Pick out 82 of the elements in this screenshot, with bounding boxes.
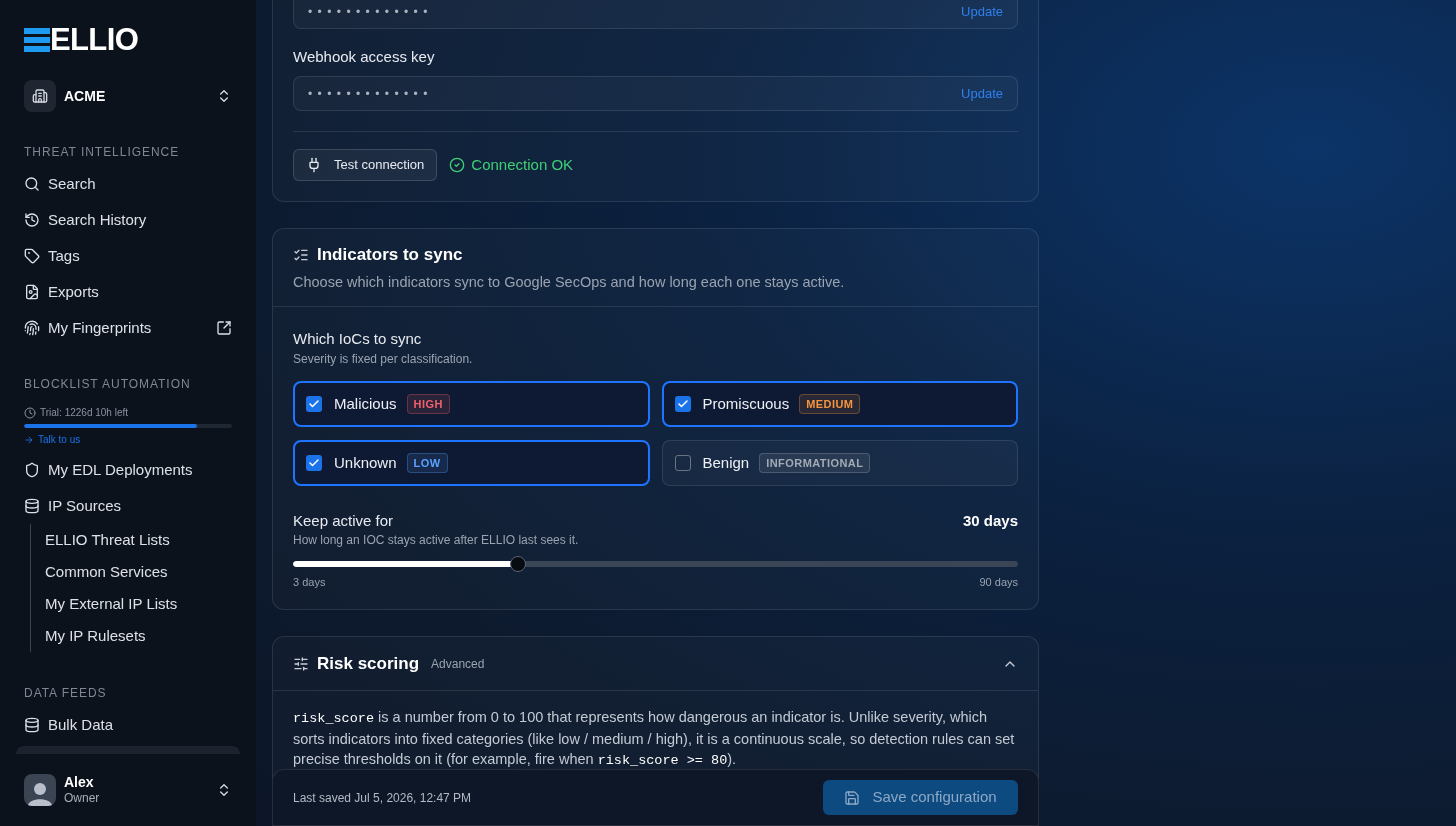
section-heading: BLOCKLIST AUTOMATION <box>24 377 192 391</box>
save-icon <box>844 789 861 806</box>
ioc-option-card[interactable]: Malicious HIGH <box>293 381 650 427</box>
severity-badge: LOW <box>406 453 448 473</box>
severity-badge: HIGH <box>406 394 450 414</box>
nav-link[interactable]: Tags <box>24 238 232 274</box>
tag-icon <box>24 248 40 264</box>
ioc-label: Benign <box>702 452 750 473</box>
nav-sublink[interactable]: My IP Rulesets <box>31 620 232 652</box>
group-hint: Severity is fixed per classification. <box>293 351 474 367</box>
checkbox[interactable] <box>674 455 691 471</box>
nav-link[interactable]: Exports <box>24 274 232 310</box>
sliders-icon <box>293 655 309 672</box>
building-icon <box>24 80 56 112</box>
user-role: Owner <box>64 790 100 806</box>
risk-score-description: risk_score is a number from 0 to 100 that represents how dangerous an indicator is. Unlike severity, which sorts indicators into fixed categories (like low / medium / high), it is a continuous scale, so detection rules can set precise thresholds on it (for example, fire when risk_score >= 80). <box>292 708 1016 770</box>
keep-active-hint: How long an IOC stays active after ELLIO last sees it. <box>293 532 580 548</box>
slider-min-label: 3 days <box>293 575 326 590</box>
talk-to-us-link[interactable]: Talk to us <box>24 434 81 446</box>
risk-scoring-header[interactable]: Risk scoring Advanced <box>273 637 1038 691</box>
severity-badge: MEDIUM <box>799 394 861 414</box>
nav-sublink[interactable]: Common Services <box>31 556 232 588</box>
ioc-option-card[interactable]: Unknown LOW <box>293 440 650 486</box>
keep-active-label: Keep active for <box>293 511 394 531</box>
slider-max-label: 90 days <box>979 575 1018 590</box>
fingerprint-icon <box>24 320 40 336</box>
trial-remaining-text: Trial: 1226d 10h left <box>40 407 129 419</box>
nav-sublink[interactable]: My External IP Lists <box>31 588 232 620</box>
nav-link[interactable]: My EDL Deployments <box>24 452 232 488</box>
ioc-label: Unknown <box>334 452 397 473</box>
group-label: Which IoCs to sync <box>293 329 423 349</box>
advanced-tag: Advanced <box>431 654 485 673</box>
history-icon <box>24 212 40 228</box>
card-description: Choose which indicators sync to Google SecOps and how long each one stays active. <box>293 273 846 292</box>
duration-slider[interactable] <box>293 556 1018 572</box>
logo-wordmark: ELLIO <box>50 28 139 52</box>
nav-sublink[interactable]: ELLIO Threat Lists <box>31 524 232 556</box>
ioc-option-card[interactable]: Promiscuous MEDIUM <box>661 381 1018 427</box>
checkbox[interactable] <box>306 396 322 412</box>
logo-stripes-icon <box>24 28 50 52</box>
nav-link[interactable]: My Fingerprints <box>24 310 232 346</box>
plug-icon <box>306 157 322 173</box>
nav-link[interactable]: IP Sources <box>24 488 232 524</box>
database-icon <box>24 498 40 514</box>
database-icon <box>24 717 40 733</box>
slider-thumb[interactable] <box>509 556 526 572</box>
test-connection-button[interactable]: Test connection <box>293 149 438 181</box>
card-title: Indicators to sync <box>317 245 463 265</box>
card-title: Risk scoring <box>317 653 420 674</box>
checkbox[interactable] <box>306 455 322 471</box>
secret-field[interactable]: ••••••••••••• Update <box>293 76 1018 111</box>
severity-badge: INFORMATIONAL <box>759 453 871 473</box>
keep-active-value: 30 days <box>962 511 1018 531</box>
section-heading: DATA FEEDS <box>24 686 108 700</box>
field-label: Webhook access key <box>293 47 436 67</box>
ioc-option-card[interactable]: Benign INFORMATIONAL <box>661 440 1018 486</box>
checkbox[interactable] <box>674 396 691 412</box>
nav-link[interactable]: Search <box>24 166 232 202</box>
avatar-silhouette-icon <box>24 774 56 806</box>
checkmark-icon <box>308 457 320 469</box>
checkmark-icon <box>676 398 689 410</box>
section-heading: THREAT INTELLIGENCE <box>24 145 181 159</box>
masked-value: ••••••••••••• <box>308 3 433 21</box>
shield-icon <box>24 462 40 478</box>
connection-status: Connection OK <box>471 155 574 175</box>
checkmark-icon <box>308 398 320 410</box>
clock-icon <box>24 407 36 419</box>
organization-switcher[interactable]: ACME <box>24 80 232 112</box>
check-circle-icon <box>449 157 466 173</box>
secret-field[interactable]: ••••••••••••• Update <box>293 0 1018 29</box>
masked-value: ••••••••••••• <box>308 85 433 103</box>
arrow-right-icon <box>24 435 34 445</box>
user-name: Alex <box>64 774 95 790</box>
ioc-label: Malicious <box>334 393 397 414</box>
last-saved-text: Last saved Jul 5, 2026, 12:47 PM <box>293 789 472 807</box>
ioc-label: Promiscuous <box>702 393 790 414</box>
list-checks-icon <box>293 247 309 263</box>
file-image-icon <box>24 284 40 300</box>
external-link-icon <box>216 320 232 336</box>
search-icon <box>24 176 40 192</box>
nav-link[interactable]: Search History <box>24 202 232 238</box>
nav-link[interactable]: Bulk Data <box>24 707 232 743</box>
